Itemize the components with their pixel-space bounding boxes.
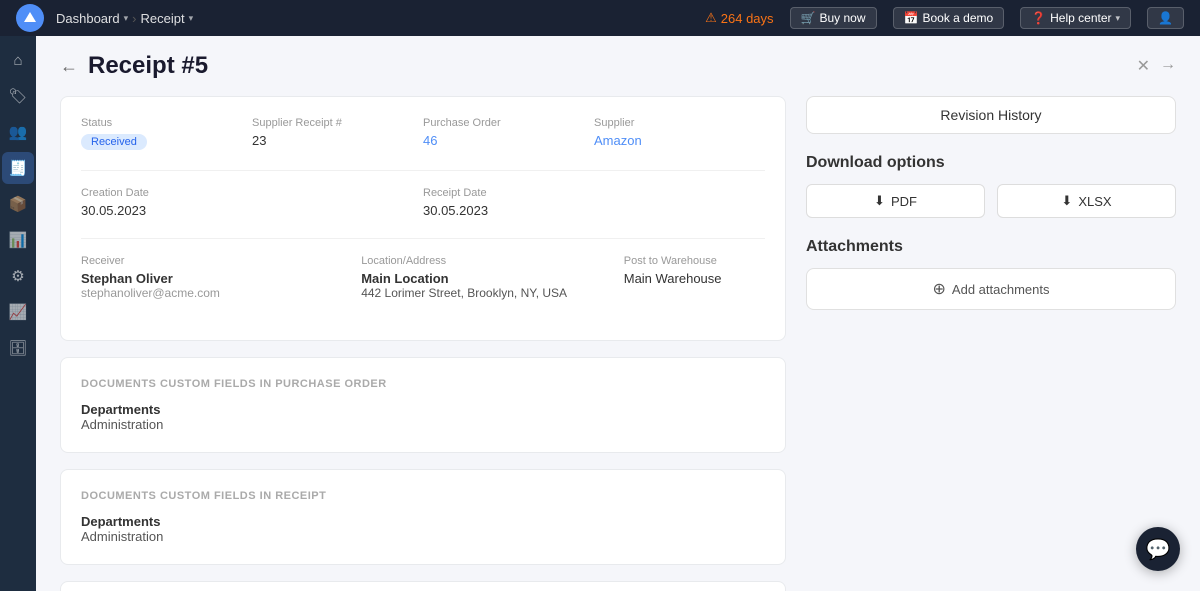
user-profile-button[interactable]: 👤 bbox=[1147, 7, 1184, 29]
table-section: Show Purchase Order View Stock Balance #… bbox=[60, 581, 786, 591]
nav-receipt[interactable]: Receipt ▾ bbox=[140, 11, 193, 26]
chat-icon: 💬 bbox=[1146, 537, 1171, 562]
page-title: Receipt #5 bbox=[88, 52, 208, 80]
main-content: ← Receipt #5 ✕ → Status Received bbox=[36, 36, 1200, 591]
buy-now-button[interactable]: 🛒 Buy now bbox=[790, 7, 877, 29]
sidebar-item-box[interactable]: 📦 bbox=[2, 188, 34, 220]
departments-label-po: Departments bbox=[81, 402, 765, 417]
app-logo[interactable] bbox=[16, 4, 44, 32]
page-header: ← Receipt #5 ✕ → bbox=[60, 52, 1176, 80]
close-button[interactable]: ✕ bbox=[1137, 56, 1150, 76]
departments-value-receipt: Administration bbox=[81, 529, 765, 544]
dashboard-chevron-icon: ▾ bbox=[124, 13, 129, 24]
fields-row-3: Receiver Stephan Oliver stephanoliver@ac… bbox=[81, 255, 765, 300]
supplier-link[interactable]: Amazon bbox=[594, 133, 745, 148]
back-button[interactable]: ← bbox=[60, 56, 78, 77]
cart-icon: 🛒 bbox=[801, 11, 816, 25]
table-actions: Show Purchase Order View Stock Balance bbox=[61, 582, 785, 591]
creation-date-field: Creation Date 30.05.2023 bbox=[81, 187, 252, 218]
location-field: Location/Address Main Location 442 Lorim… bbox=[361, 255, 624, 300]
receipt-date-field: Receipt Date 30.05.2023 bbox=[423, 187, 594, 218]
chat-bubble-button[interactable]: 💬 bbox=[1136, 527, 1180, 571]
download-buttons: ⬇ PDF ⬇ XLSX bbox=[806, 184, 1176, 218]
sidebar-item-database[interactable]: 🗄 bbox=[2, 332, 34, 364]
divider-1 bbox=[81, 170, 765, 171]
sidebar-item-reports[interactable]: 📈 bbox=[2, 296, 34, 328]
help-chevron-icon: ▾ bbox=[1116, 13, 1121, 24]
next-button[interactable]: → bbox=[1160, 56, 1176, 76]
alert-icon: ⚠ bbox=[705, 10, 717, 26]
pdf-download-button[interactable]: ⬇ PDF bbox=[806, 184, 985, 218]
fields-row-2: Creation Date 30.05.2023 Receipt Date 30… bbox=[81, 187, 765, 218]
receiver-field: Receiver Stephan Oliver stephanoliver@ac… bbox=[81, 255, 240, 300]
sidebar-item-settings[interactable]: ⚙ bbox=[2, 260, 34, 292]
sidebar-item-home[interactable]: ⌂ bbox=[2, 44, 34, 76]
help-icon: ❓ bbox=[1031, 11, 1046, 25]
custom-fields-po-card: DOCUMENTS CUSTOM FIELDS IN PURCHASE ORDE… bbox=[60, 357, 786, 453]
header-actions: ✕ → bbox=[1137, 56, 1176, 76]
placeholder-field-2 bbox=[594, 187, 765, 218]
departments-label-receipt: Departments bbox=[81, 514, 765, 529]
sidebar-item-users[interactable]: 👥 bbox=[2, 116, 34, 148]
custom-fields-receipt-card: DOCUMENTS CUSTOM FIELDS IN RECEIPT Depar… bbox=[60, 469, 786, 565]
sidebar: ⌂ 🏷 👥 🧾 📦 📊 ⚙ 📈 🗄 bbox=[0, 36, 36, 591]
add-attachments-button[interactable]: ⊕ Add attachments bbox=[806, 268, 1176, 310]
supplier-receipt-field: Supplier Receipt # 23 bbox=[252, 117, 423, 150]
book-demo-button[interactable]: 📅 Book a demo bbox=[893, 7, 1005, 29]
placeholder-field bbox=[252, 187, 423, 218]
attachments-title: Attachments bbox=[806, 238, 1176, 256]
nav-separator: › bbox=[132, 11, 136, 26]
main-panel: Status Received Supplier Receipt # 23 Pu… bbox=[60, 96, 786, 591]
top-navigation: Dashboard ▾ › Receipt ▾ ⚠ 264 days 🛒 Buy… bbox=[0, 0, 1200, 36]
sidebar-item-chart[interactable]: 📊 bbox=[2, 224, 34, 256]
revision-history-button[interactable]: Revision History bbox=[806, 96, 1176, 134]
nav-dashboard[interactable]: Dashboard ▾ bbox=[56, 11, 128, 26]
sidebar-item-receipt[interactable]: 🧾 bbox=[2, 152, 34, 184]
download-options-title: Download options bbox=[806, 154, 1176, 172]
side-panel: Revision History Download options ⬇ PDF … bbox=[806, 96, 1176, 591]
calendar-icon: 📅 bbox=[904, 11, 919, 25]
xlsx-icon: ⬇ bbox=[1061, 193, 1072, 209]
sidebar-item-tags[interactable]: 🏷 bbox=[2, 80, 34, 112]
help-center-button[interactable]: ❓ Help center ▾ bbox=[1020, 7, 1131, 29]
purchase-order-field: Purchase Order 46 bbox=[423, 117, 594, 150]
user-icon: 👤 bbox=[1158, 11, 1173, 25]
departments-value-po: Administration bbox=[81, 417, 765, 432]
divider-2 bbox=[81, 238, 765, 239]
status-badge: Received bbox=[81, 134, 147, 150]
supplier-field: Supplier Amazon bbox=[594, 117, 765, 150]
purchase-order-link[interactable]: 46 bbox=[423, 133, 574, 148]
status-field: Status Received bbox=[81, 117, 252, 150]
xlsx-download-button[interactable]: ⬇ XLSX bbox=[997, 184, 1176, 218]
plus-circle-icon: ⊕ bbox=[933, 279, 946, 299]
fields-row-1: Status Received Supplier Receipt # 23 Pu… bbox=[81, 117, 765, 150]
days-badge: ⚠ 264 days bbox=[705, 10, 773, 26]
pdf-icon: ⬇ bbox=[874, 193, 885, 209]
attachments-section: Attachments ⊕ Add attachments bbox=[806, 238, 1176, 310]
download-options-section: Download options ⬇ PDF ⬇ XLSX bbox=[806, 154, 1176, 218]
receipt-details-card: Status Received Supplier Receipt # 23 Pu… bbox=[60, 96, 786, 341]
warehouse-field: Post to Warehouse Main Warehouse bbox=[624, 255, 765, 300]
receipt-chevron-icon: ▾ bbox=[189, 13, 194, 24]
